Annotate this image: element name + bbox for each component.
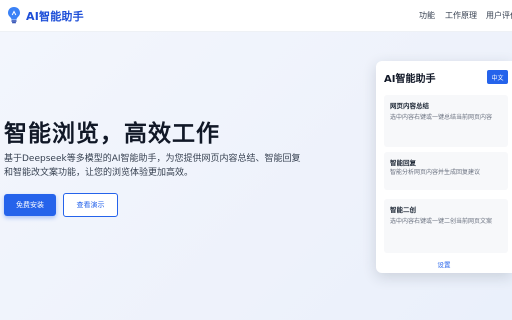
nav-how-it-works-link[interactable]: 工作原理 <box>445 10 477 21</box>
brand-name[interactable]: AI智能助手 <box>26 8 84 24</box>
card-title: 智能二创 <box>390 206 416 214</box>
assistant-panel-preview: AI智能助手 中文 网页内容总结 选中内容右键或一键总结当前网页内容 智能回复 … <box>376 61 512 273</box>
demo-button[interactable]: 查看演示 <box>63 193 118 217</box>
hero-description: 基于Deepseek等多模型的AI智能助手，为您提供网页内容总结、智能回复和智能… <box>4 154 301 178</box>
nav-features-link[interactable]: 功能 <box>419 10 435 21</box>
card-title: 智能回复 <box>390 159 416 167</box>
install-button[interactable]: 免费安装 <box>4 194 56 216</box>
feature-card-rewrite[interactable]: 智能二创 选中内容右键或一键二创当前网页文案 <box>384 199 508 253</box>
language-toggle[interactable]: 中文 <box>487 70 508 84</box>
nav-reviews-link[interactable]: 用户评价 <box>486 10 512 21</box>
panel-title: AI智能助手 <box>384 74 436 85</box>
settings-link[interactable]: 设置 <box>376 259 512 269</box>
lightbulb-icon[interactable] <box>6 6 22 24</box>
site-header: AI智能助手 功能 工作原理 用户评价 <box>0 0 512 32</box>
card-description: 选中内容右键或一键总结当前网页内容 <box>390 114 493 121</box>
card-description: 选中内容右键或一键二创当前网页文案 <box>390 218 493 225</box>
feature-card-reply[interactable]: 智能回复 智能分析网页内容并生成回复建议 <box>384 152 508 190</box>
feature-card-summary[interactable]: 网页内容总结 选中内容右键或一键总结当前网页内容 <box>384 95 508 147</box>
hero-title: 智能浏览，高效工作 <box>4 121 220 147</box>
card-description: 智能分析网页内容并生成回复建议 <box>390 169 481 176</box>
card-title: 网页内容总结 <box>390 102 429 110</box>
